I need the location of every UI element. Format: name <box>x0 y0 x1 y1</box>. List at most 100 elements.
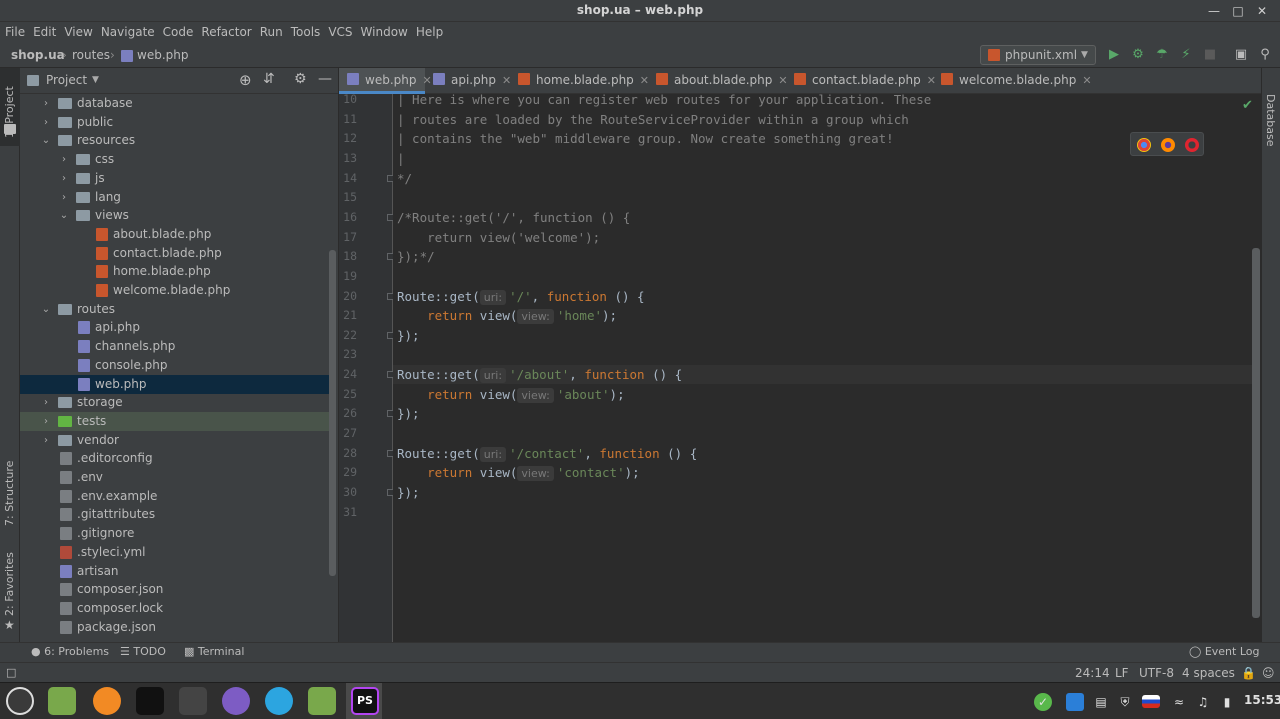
terminal-app-icon[interactable] <box>136 687 164 715</box>
tree-item[interactable]: › lang <box>20 188 336 207</box>
layout-icon[interactable]: ▣ <box>1233 47 1249 63</box>
tree-item[interactable]: › storage <box>20 393 336 412</box>
run-configuration-select[interactable]: phpunit.xml ▼ <box>980 45 1096 65</box>
inspector-icon[interactable]: ☺ <box>1262 666 1275 680</box>
event-log-tool-tab[interactable]: ◯ Event Log <box>1189 645 1259 658</box>
tree-item[interactable]: package.json <box>20 618 336 637</box>
menu-item-window[interactable]: Window <box>357 22 412 42</box>
tree-item[interactable]: composer.json <box>20 580 336 599</box>
chevron-right-icon[interactable]: › <box>40 431 52 450</box>
phpstorm-app-icon[interactable]: PS <box>351 687 379 715</box>
breadcrumb-folder[interactable]: routes <box>72 48 110 62</box>
keyboard-layout-flag-icon[interactable] <box>1142 695 1160 708</box>
tree-item[interactable]: contact.blade.php <box>20 244 336 263</box>
battery-icon[interactable]: ▮ <box>1218 693 1236 711</box>
profile-icon[interactable]: ⚡ <box>1178 47 1194 63</box>
terminal-tool-tab[interactable]: ▩ Terminal <box>184 645 244 658</box>
tree-item[interactable]: home.blade.php <box>20 262 336 281</box>
tree-item[interactable]: welcome.blade.php <box>20 281 336 300</box>
menu-item-file[interactable]: File <box>0 22 29 42</box>
tree-item[interactable]: .env.example <box>20 487 336 506</box>
todo-tool-tab[interactable]: ☰ TODO <box>120 645 166 658</box>
tree-item[interactable]: ⌄ views <box>20 206 336 225</box>
menu-item-edit[interactable]: Edit <box>29 22 60 42</box>
files-app-icon[interactable] <box>308 687 336 715</box>
hide-panel-icon[interactable]: — <box>318 71 332 87</box>
menu-item-tools[interactable]: Tools <box>287 22 325 42</box>
close-icon[interactable]: ✕ <box>1254 3 1270 19</box>
tree-item[interactable]: › public <box>20 113 336 132</box>
minimize-icon[interactable]: — <box>1206 3 1222 19</box>
network-manager-icon[interactable] <box>1066 693 1084 711</box>
line-separator[interactable]: LF <box>1115 666 1129 680</box>
settings-gear-icon[interactable]: ⚙ <box>294 71 307 87</box>
menu-item-refactor[interactable]: Refactor <box>197 22 255 42</box>
wifi-icon[interactable]: ≈ <box>1170 693 1188 711</box>
chevron-down-icon[interactable]: ⌄ <box>40 300 52 319</box>
chevron-right-icon[interactable]: › <box>58 169 70 188</box>
tree-item[interactable]: channels.php <box>20 337 336 356</box>
telegram-app-icon[interactable] <box>265 687 293 715</box>
toggle-tool-windows-icon[interactable]: □ <box>6 666 16 679</box>
tree-item[interactable]: .gitignore <box>20 524 336 543</box>
maximize-icon[interactable]: □ <box>1230 3 1246 19</box>
music-icon[interactable]: ♫ <box>1194 693 1212 711</box>
tree-item[interactable]: › js <box>20 169 336 188</box>
tree-item[interactable]: web.php <box>20 374 336 394</box>
project-scrollbar[interactable] <box>329 250 336 576</box>
chevron-right-icon[interactable]: › <box>40 412 52 431</box>
tree-item[interactable]: .styleci.yml <box>20 543 336 562</box>
problems-tool-tab[interactable]: ● 6: Problems <box>31 645 109 658</box>
lock-icon[interactable]: 🔒 <box>1241 666 1256 680</box>
viber-app-icon[interactable] <box>222 687 250 715</box>
indent-setting[interactable]: 4 spaces <box>1182 666 1235 680</box>
chevron-down-icon[interactable]: ⌄ <box>58 206 70 225</box>
show-desktop-icon[interactable] <box>48 687 76 715</box>
chevron-down-icon[interactable]: ⌄ <box>40 131 52 150</box>
tree-item[interactable]: › tests <box>20 411 336 431</box>
firefox-icon[interactable] <box>1161 138 1175 152</box>
collapse-all-icon[interactable]: ⇵ <box>263 71 275 87</box>
chevron-down-icon[interactable]: ▼ <box>92 75 99 85</box>
tree-item[interactable]: › database <box>20 94 336 113</box>
update-manager-icon[interactable]: ✓ <box>1034 693 1052 711</box>
editor-scrollbar[interactable] <box>1252 248 1260 618</box>
menu-item-vcs[interactable]: VCS <box>324 22 356 42</box>
coverage-icon[interactable]: ☂ <box>1154 47 1170 63</box>
chevron-right-icon[interactable]: › <box>40 113 52 132</box>
project-view-title[interactable]: Project <box>46 73 87 87</box>
tree-item[interactable]: artisan <box>20 562 336 581</box>
menu-item-run[interactable]: Run <box>256 22 287 42</box>
close-tab-icon[interactable]: ✕ <box>1082 74 1091 87</box>
calculator-app-icon[interactable] <box>179 687 207 715</box>
search-everywhere-icon[interactable]: ⚲ <box>1257 47 1273 63</box>
opera-icon[interactable] <box>1185 138 1199 152</box>
tree-item[interactable]: ⌄ routes <box>20 300 336 319</box>
run-icon[interactable]: ▶ <box>1106 47 1122 63</box>
firefox-app-icon[interactable] <box>93 687 121 715</box>
chevron-right-icon[interactable]: › <box>40 94 52 113</box>
tree-item[interactable]: console.php <box>20 356 336 375</box>
breadcrumb-project[interactable]: shop.ua <box>11 48 65 62</box>
menu-item-view[interactable]: View <box>60 22 96 42</box>
locate-file-icon[interactable]: ⊕ <box>239 71 252 89</box>
linux-mint-menu-icon[interactable] <box>6 687 34 715</box>
chevron-right-icon[interactable]: › <box>58 150 70 169</box>
clock[interactable]: 15:53 <box>1244 693 1280 707</box>
menu-item-help[interactable]: Help <box>412 22 447 42</box>
menu-item-code[interactable]: Code <box>159 22 198 42</box>
file-encoding[interactable]: UTF-8 <box>1139 666 1174 680</box>
chevron-right-icon[interactable]: › <box>58 188 70 207</box>
tree-item[interactable]: › css <box>20 150 336 169</box>
clipboard-icon[interactable]: ▤ <box>1092 693 1110 711</box>
tree-item[interactable]: composer.lock <box>20 599 336 618</box>
tree-item[interactable]: about.blade.php <box>20 225 336 244</box>
tree-item[interactable]: .env <box>20 468 336 487</box>
chevron-right-icon[interactable]: › <box>40 393 52 412</box>
tree-item[interactable]: .editorconfig <box>20 449 336 468</box>
chrome-icon[interactable] <box>1137 138 1151 152</box>
tree-item[interactable]: .gitattributes <box>20 505 336 524</box>
tree-item[interactable]: › vendor <box>20 431 336 450</box>
caret-position[interactable]: 24:14 <box>1075 666 1110 680</box>
shield-icon[interactable]: ⛨ <box>1116 693 1134 711</box>
